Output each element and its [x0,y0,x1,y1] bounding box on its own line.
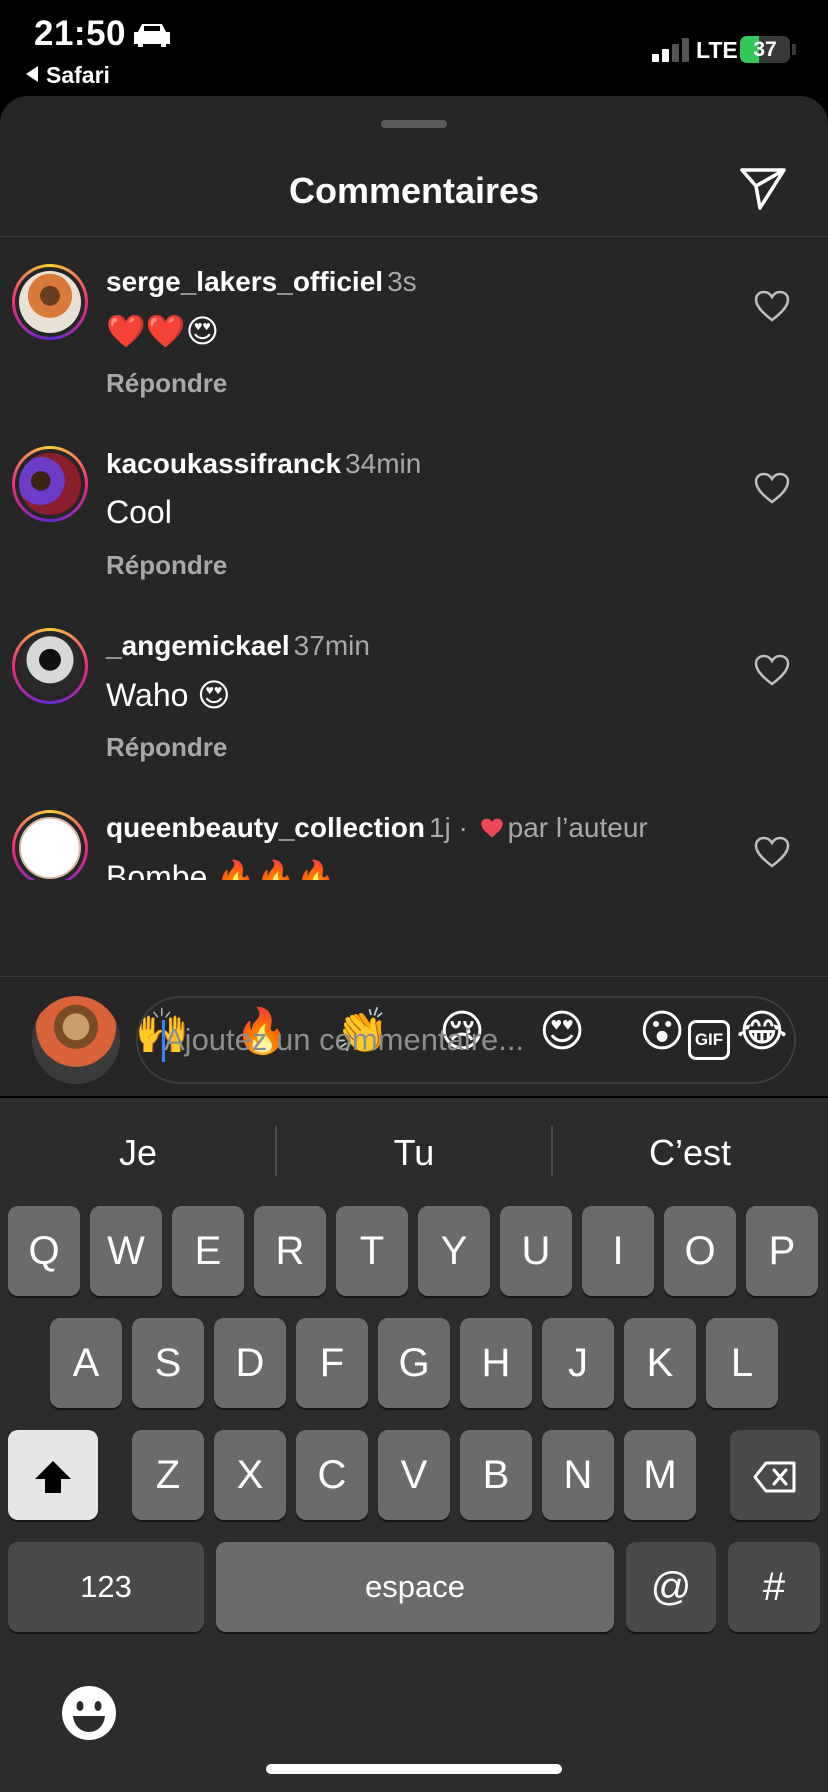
key-w[interactable]: W [90,1206,162,1296]
key-h[interactable]: H [460,1318,532,1408]
my-avatar [32,996,120,1084]
at-key[interactable]: @ [626,1542,716,1632]
key-f[interactable]: F [296,1318,368,1408]
key-p[interactable]: P [746,1206,818,1296]
network-type: LTE [696,37,738,63]
battery-icon: 37 [740,36,790,63]
suggestion-1[interactable]: Je [0,1132,276,1174]
comment-item: queenbeauty_collection 1j · par l’auteur … [0,782,828,880]
gif-button[interactable]: GIF [688,1020,730,1060]
numbers-key[interactable]: 123 [8,1542,204,1632]
comment-item: kacoukassifranck 34min Cool Répondre [0,418,828,600]
clock: 21:50 [34,14,127,53]
comment-username[interactable]: kacoukassifranck [106,448,341,479]
reply-button[interactable]: Répondre [106,368,227,399]
comment-username[interactable]: serge_lakers_officiel [106,266,383,297]
comment-time: 37min [293,630,370,661]
emoji-bar-divider [0,976,828,977]
status-bar: 21:50 Safari LTE 37 [0,0,828,96]
key-j[interactable]: J [542,1318,614,1408]
key-y[interactable]: Y [418,1206,490,1296]
key-o[interactable]: O [664,1206,736,1296]
sheet-title: Commentaires [288,170,540,211]
key-e[interactable]: E [172,1206,244,1296]
comment-text: Waho 😍 [106,677,231,713]
author-liked-heart-icon [480,818,503,838]
key-k[interactable]: K [624,1318,696,1408]
key-m[interactable]: M [624,1430,696,1520]
reply-button[interactable]: Répondre [106,732,227,763]
keyboard: Je Tu C’est Q W E R T Y U I O P A S D F … [0,1098,828,1792]
emoji-keyboard-icon[interactable] [60,1684,118,1742]
reply-button[interactable]: Répondre [106,550,227,581]
back-to-safari[interactable]: Safari [26,62,110,89]
space-key[interactable]: espace [216,1542,614,1632]
signal-icon [652,38,690,62]
key-g[interactable]: G [378,1318,450,1408]
like-heart-icon[interactable] [754,836,790,868]
key-r[interactable]: R [254,1206,326,1296]
like-heart-icon[interactable] [754,472,790,504]
avatar[interactable] [12,264,88,340]
backspace-key[interactable] [730,1430,820,1520]
key-l[interactable]: L [706,1318,778,1408]
key-b[interactable]: B [460,1430,532,1520]
avatar[interactable] [12,446,88,522]
key-v[interactable]: V [378,1430,450,1520]
comment-time: 3s [387,266,417,297]
comment-text: ❤️❤️😍 [106,313,220,349]
key-x[interactable]: X [214,1430,286,1520]
suggestion-2[interactable]: Tu [276,1132,552,1174]
suggestion-3[interactable]: C’est [552,1132,828,1174]
sheet-grabber[interactable] [381,120,447,128]
like-heart-icon[interactable] [754,290,790,322]
key-s[interactable]: S [132,1318,204,1408]
key-t[interactable]: T [336,1206,408,1296]
key-i[interactable]: I [582,1206,654,1296]
comment-input-placeholder: Ajoutez un commentaire... [164,1022,525,1057]
comment-text: Cool [106,494,172,530]
comment-time: 34min [345,448,422,479]
comment-item: serge_lakers_officiel 3s ❤️❤️😍 Répondre [0,236,828,418]
comment-text: Bombe 🔥🔥🔥 [106,859,336,880]
shift-key[interactable] [8,1430,98,1520]
comment-item: _angemickael 37min Waho 😍 Répondre [0,600,828,782]
key-u[interactable]: U [500,1206,572,1296]
key-q[interactable]: Q [8,1206,80,1296]
shift-arrow-icon [35,1461,71,1494]
liked-by-author-label: par l’auteur [507,812,648,843]
like-heart-icon[interactable] [754,654,790,686]
comment-time: 1j · [428,812,468,843]
comment-username[interactable]: _angemickael [106,630,290,661]
comment-username[interactable]: queenbeauty_collection [106,812,425,843]
key-z[interactable]: Z [132,1430,204,1520]
key-n[interactable]: N [542,1430,614,1520]
key-c[interactable]: C [296,1430,368,1520]
comments-sheet: Commentaires serge_lakers_officiel 3s ❤️❤… [0,96,828,1096]
key-d[interactable]: D [214,1318,286,1408]
share-send-icon[interactable] [738,166,788,212]
avatar[interactable] [12,628,88,704]
back-arrow-icon [26,66,38,82]
backspace-icon [753,1461,796,1493]
car-icon [134,24,170,47]
key-a[interactable]: A [50,1318,122,1408]
avatar[interactable] [12,810,88,880]
hash-key[interactable]: # [728,1542,820,1632]
home-indicator[interactable] [266,1764,562,1774]
comment-input[interactable]: Ajoutez un commentaire... GIF [136,996,796,1084]
